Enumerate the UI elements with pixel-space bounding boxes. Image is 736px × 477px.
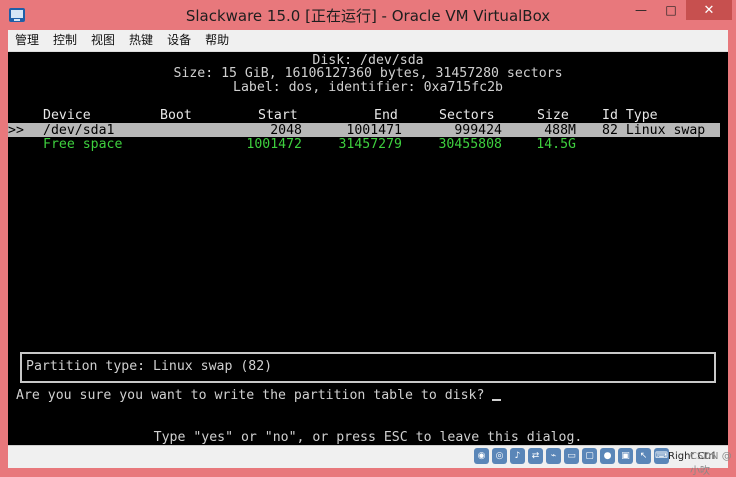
write-question: Are you sure you want to write the parti… [16, 388, 485, 403]
title-bar: Slackware 15.0 [正在运行] - Oracle VM Virtua… [0, 0, 736, 30]
close-button[interactable]: ✕ [686, 0, 732, 20]
usb-icon[interactable]: ⌁ [546, 448, 561, 464]
menu-control[interactable]: 控制 [46, 30, 84, 51]
text-cursor [492, 399, 502, 401]
partition-type-text: Partition type: Linux swap (82) [26, 359, 273, 374]
display-icon[interactable]: ▢ [582, 448, 597, 464]
vm-screen[interactable]: Disk: /dev/sda Size: 15 GiB, 16106127360… [8, 52, 728, 445]
menu-devices[interactable]: 设备 [160, 30, 198, 51]
audio-icon[interactable]: ♪ [510, 448, 525, 464]
keyboard-icon[interactable]: ⌨ [654, 448, 669, 464]
minimize-button[interactable]: — [626, 0, 656, 20]
menu-help[interactable]: 帮助 [198, 30, 236, 51]
column-id-type: Id Type [602, 108, 658, 123]
row-sectors: 999424 [454, 123, 502, 138]
mouse-integration-icon[interactable]: ↖ [636, 448, 651, 464]
row-marker: >> [8, 123, 24, 138]
menu-view[interactable]: 视图 [84, 30, 122, 51]
optical-drive-icon[interactable]: ◎ [492, 448, 507, 464]
column-end: End [374, 108, 398, 123]
free-space-start: 1001472 [246, 137, 302, 152]
free-space-size: 14.5G [536, 137, 576, 152]
disk-label: Label: dos, identifier: 0xa715fc2b [233, 80, 503, 95]
free-space-sectors: 30455808 [438, 137, 502, 152]
menu-manage[interactable]: 管理 [8, 30, 46, 51]
maximize-button[interactable]: □ [656, 0, 686, 20]
shared-folders-icon[interactable]: ▭ [564, 448, 579, 464]
row-device: /dev/sda1 [43, 123, 115, 138]
column-device: Device [43, 108, 91, 123]
write-prompt[interactable]: Are you sure you want to write the parti… [16, 388, 716, 403]
free-space-label[interactable]: Free space [43, 137, 122, 152]
hard-disk-icon[interactable]: ◉ [474, 448, 489, 464]
row-id-type: 82 Linux swap [602, 123, 706, 138]
watermark: CSDN @小吹 [690, 451, 732, 477]
column-sectors: Sectors [439, 108, 495, 123]
column-boot: Boot [160, 108, 192, 123]
menu-bar: 管理 控制 视图 热键 设备 帮助 [8, 30, 728, 52]
dialog-hint: Type "yes" or "no", or press ESC to leav… [153, 430, 583, 445]
status-bar: ◉ ◎ ♪ ⇄ ⌁ ▭ ▢ ● ▣ ↖ ⌨ Right Ctrl [8, 445, 728, 468]
column-start: Start [258, 108, 298, 123]
network-icon[interactable]: ⇄ [528, 448, 543, 464]
menu-hotkey[interactable]: 热键 [122, 30, 160, 51]
column-size: Size [537, 108, 569, 123]
row-size: 488M [544, 123, 576, 138]
row-end: 1001471 [346, 123, 402, 138]
free-space-end: 31457279 [338, 137, 402, 152]
video-capture-icon[interactable]: ● [600, 448, 615, 464]
disk-size: Size: 15 GiB, 16106127360 bytes, 3145728… [173, 66, 563, 81]
cpu-icon[interactable]: ▣ [618, 448, 633, 464]
row-start: 2048 [270, 123, 302, 138]
partition-type-box: Partition type: Linux swap (82) [20, 352, 716, 383]
